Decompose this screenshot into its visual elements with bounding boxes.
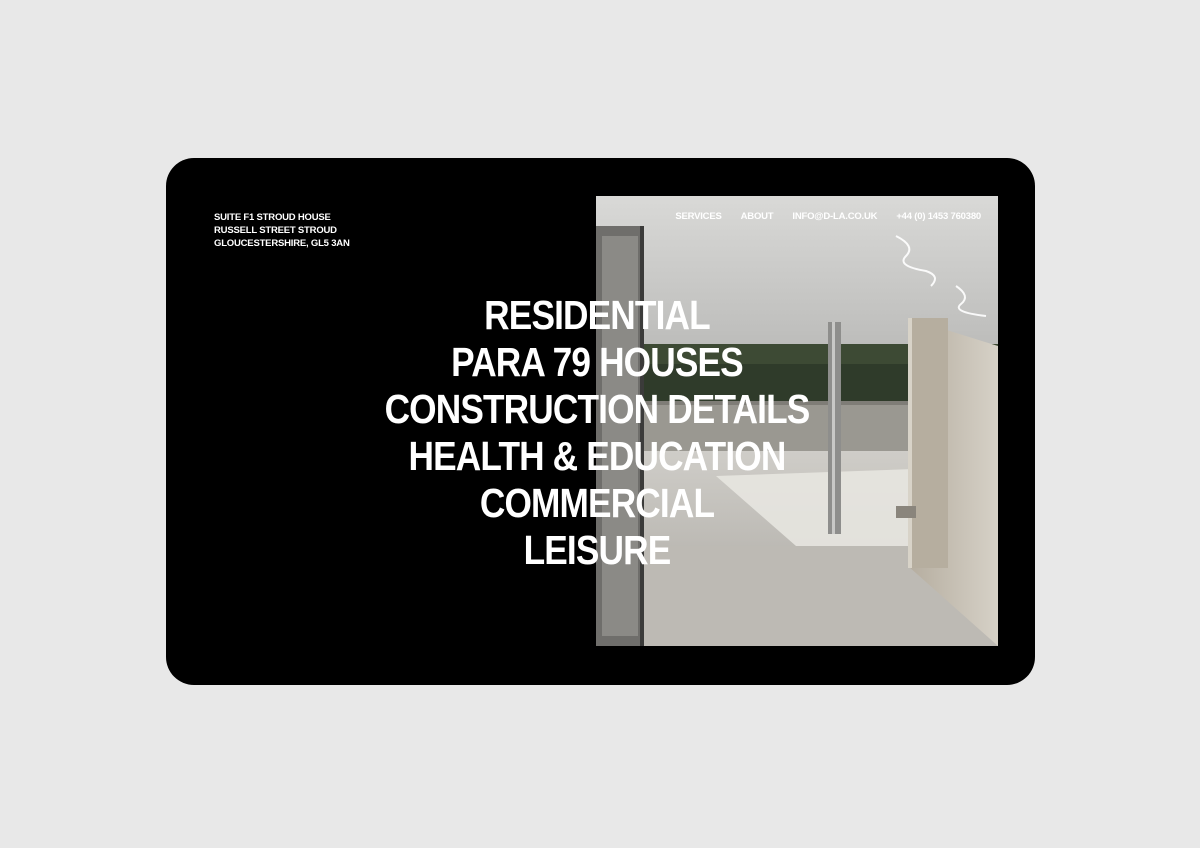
address-line-1: SUITE F1 STROUD HOUSE (214, 212, 331, 223)
device-frame: SUITE F1 STROUD HOUSE RUSSELL STREET STR… (166, 158, 1035, 685)
menu-item-leisure[interactable]: LEISURE (226, 527, 967, 574)
address-line-3: GLOUCESTERSHIRE, GL5 3AN (214, 238, 350, 249)
menu-item-commercial[interactable]: COMMERCIAL (226, 480, 967, 527)
menu-item-residential[interactable]: RESIDENTIAL (226, 292, 967, 339)
services-menu: RESIDENTIAL PARA 79 HOUSES CONSTRUCTION … (166, 292, 1028, 574)
menu-item-construction-details[interactable]: CONSTRUCTION DETAILS (226, 386, 967, 433)
nav-email-link[interactable]: INFO@D-LA.CO.UK (792, 211, 877, 222)
top-nav: SERVICES ABOUT INFO@D-LA.CO.UK +44 (0) 1… (675, 211, 981, 222)
nav-about-link[interactable]: ABOUT (741, 211, 774, 222)
nav-services-link[interactable]: SERVICES (675, 211, 721, 222)
website-screen: SUITE F1 STROUD HOUSE RUSSELL STREET STR… (166, 158, 1035, 685)
menu-item-para-79-houses[interactable]: PARA 79 HOUSES (226, 339, 967, 386)
address-line-2: RUSSELL STREET STROUD (214, 225, 337, 236)
menu-item-health-education[interactable]: HEALTH & EDUCATION (226, 433, 967, 480)
nav-phone-link[interactable]: +44 (0) 1453 760380 (896, 211, 981, 222)
address-block: SUITE F1 STROUD HOUSE RUSSELL STREET STR… (214, 211, 350, 250)
